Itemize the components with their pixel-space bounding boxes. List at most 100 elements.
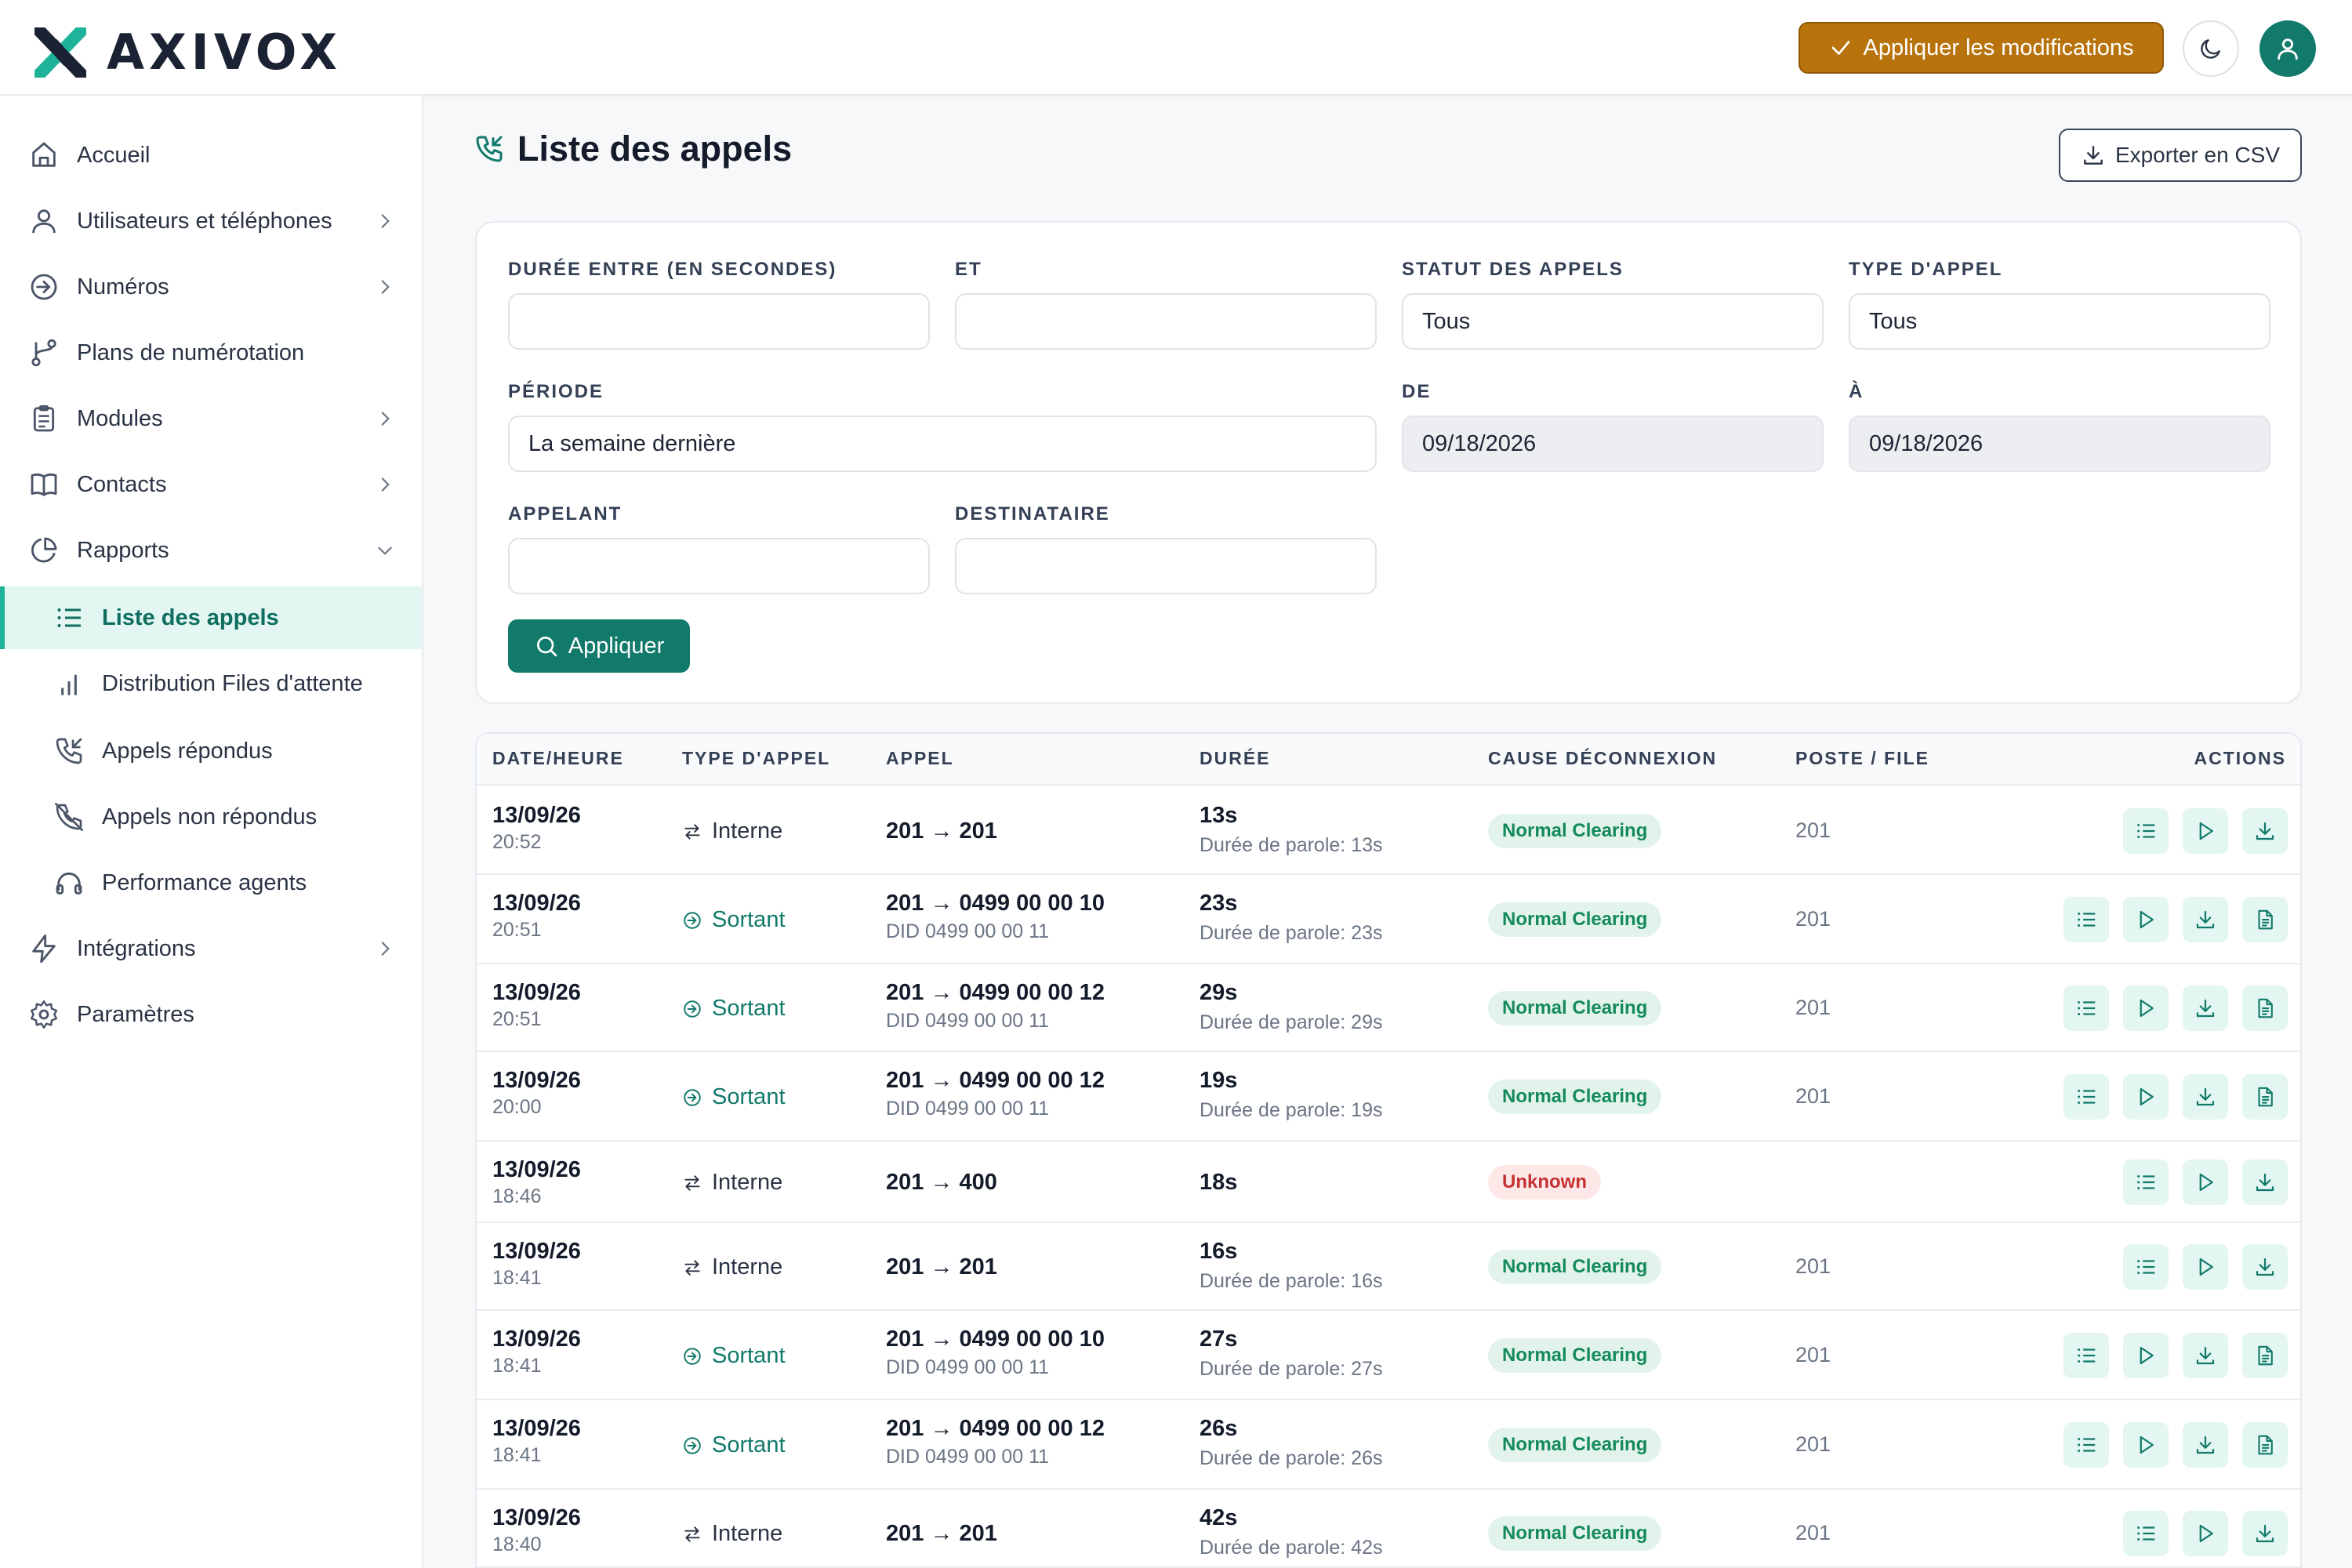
call-date: 13/09/26 bbox=[492, 891, 581, 916]
play-recording-button[interactable] bbox=[2183, 808, 2228, 854]
play-recording-button[interactable] bbox=[2123, 897, 2169, 942]
download-recording-button[interactable] bbox=[2183, 897, 2228, 942]
transcript-button[interactable] bbox=[2242, 1422, 2288, 1468]
call-type-label: Sortant bbox=[712, 1084, 786, 1109]
download-recording-button[interactable] bbox=[2242, 1244, 2288, 1290]
download-recording-button[interactable] bbox=[2183, 1074, 2228, 1120]
sidebar-item-answered-calls[interactable]: Appels répondus bbox=[0, 720, 422, 782]
details-button[interactable] bbox=[2123, 1511, 2169, 1556]
sidebar-item-agent-performance[interactable]: Performance agents bbox=[0, 851, 422, 914]
call-status-select[interactable]: Tous bbox=[1402, 293, 1824, 350]
play-recording-button[interactable] bbox=[2123, 1074, 2169, 1120]
sidebar-item-numbers[interactable]: Numéros bbox=[0, 256, 422, 318]
apply-filters-button[interactable]: Appliquer bbox=[508, 619, 690, 673]
details-button[interactable] bbox=[2123, 1244, 2169, 1290]
zap-icon bbox=[32, 934, 56, 964]
git-branch-icon bbox=[31, 339, 56, 367]
sidebar-item-missed-calls[interactable]: Appels non répondus bbox=[0, 786, 422, 848]
download-recording-button[interactable] bbox=[2242, 1511, 2288, 1556]
table-row[interactable]: 13/09/26 20:00 Sortant 201 → 0499 00 00 12 D… bbox=[477, 1052, 2300, 1142]
transcript-button[interactable] bbox=[2242, 985, 2288, 1031]
sidebar-item-queue-distribution[interactable]: Distribution Files d'attente bbox=[0, 652, 422, 715]
details-button[interactable] bbox=[2123, 1160, 2169, 1205]
apply-changes-button[interactable]: Appliquer les modifications bbox=[1798, 22, 2164, 74]
details-button[interactable] bbox=[2123, 808, 2169, 854]
duration-from-input[interactable] bbox=[508, 293, 930, 350]
transcript-button[interactable] bbox=[2242, 897, 2288, 942]
arrow-circle-icon bbox=[684, 1088, 701, 1106]
play-recording-button[interactable] bbox=[2183, 1511, 2228, 1556]
play-recording-button[interactable] bbox=[2123, 1333, 2169, 1378]
details-button[interactable] bbox=[2063, 985, 2109, 1031]
play-recording-button[interactable] bbox=[2123, 985, 2169, 1031]
sidebar-item-modules[interactable]: Modules bbox=[0, 387, 422, 450]
column-header-call[interactable]: APPEL bbox=[886, 748, 954, 769]
transcript-button[interactable] bbox=[2242, 1333, 2288, 1378]
table-row[interactable]: 13/09/26 18:41 Interne 201 → 201 16s Durée de… bbox=[477, 1223, 2300, 1311]
arrow-circle-icon bbox=[31, 274, 57, 300]
date-to-input[interactable]: 09/18/2026 bbox=[1849, 416, 2270, 472]
sidebar-item-home[interactable]: Accueil bbox=[0, 124, 422, 187]
play-recording-button[interactable] bbox=[2183, 1160, 2228, 1205]
call-date: 13/09/26 bbox=[492, 980, 581, 1005]
column-header-duration[interactable]: DURÉE bbox=[1200, 748, 1271, 769]
sidebar-item-settings[interactable]: Paramètres bbox=[0, 983, 422, 1046]
call-date: 13/09/26 bbox=[492, 1327, 581, 1352]
sidebar-item-label: Plans de numérotation bbox=[77, 339, 305, 365]
sidebar-item-call-list[interactable]: Liste des appels bbox=[0, 586, 422, 649]
user-avatar-button[interactable] bbox=[2259, 20, 2316, 77]
column-header-cause[interactable]: CAUSE DÉCONNEXION bbox=[1488, 748, 1717, 769]
details-button[interactable] bbox=[2063, 1074, 2109, 1120]
theme-toggle-button[interactable] bbox=[2183, 20, 2239, 77]
duration-to-input[interactable] bbox=[955, 293, 1377, 350]
play-recording-button[interactable] bbox=[2123, 1422, 2169, 1468]
details-button[interactable] bbox=[2063, 1422, 2109, 1468]
download-recording-button[interactable] bbox=[2183, 985, 2228, 1031]
export-csv-button[interactable]: Exporter en CSV bbox=[2059, 129, 2302, 182]
call-type: Interne bbox=[682, 818, 782, 844]
play-icon bbox=[2199, 1258, 2213, 1276]
disconnect-cause-badge: Normal Clearing bbox=[1488, 1250, 1662, 1284]
caller-input[interactable] bbox=[508, 538, 930, 594]
date-from-input[interactable]: 09/18/2026 bbox=[1402, 416, 1824, 472]
column-header-post[interactable]: POSTE / FILE bbox=[1795, 748, 1929, 769]
brand-name: AXIVOX bbox=[107, 24, 343, 81]
details-button[interactable] bbox=[2063, 897, 2109, 942]
sidebar-item-contacts[interactable]: Contacts bbox=[0, 453, 422, 516]
details-button[interactable] bbox=[2063, 1333, 2109, 1378]
download-recording-button[interactable] bbox=[2183, 1333, 2228, 1378]
phone-incoming-icon bbox=[56, 738, 82, 764]
table-row[interactable]: 13/09/26 18:46 Interne 201 → 400 18s Unknown bbox=[477, 1142, 2300, 1223]
table-row[interactable]: 13/09/26 20:52 Interne 201 → 201 13s Durée de… bbox=[477, 787, 2300, 875]
table-row[interactable]: 13/09/26 20:51 Sortant 201 → 0499 00 00 12 D… bbox=[477, 964, 2300, 1052]
logo[interactable]: AXIVOX bbox=[34, 24, 342, 81]
table-row[interactable]: 13/09/26 18:40 Interne 201 → 201 42s Durée de… bbox=[477, 1490, 2300, 1566]
check-icon bbox=[1831, 41, 1849, 55]
download-icon bbox=[2084, 146, 2103, 165]
sidebar-item-reports[interactable]: Rapports bbox=[0, 519, 422, 582]
download-recording-button[interactable] bbox=[2242, 1160, 2288, 1205]
talk-duration: Durée de parole: 26s bbox=[1200, 1447, 1383, 1469]
download-recording-button[interactable] bbox=[2183, 1422, 2228, 1468]
call-route: 201 → 0499 00 00 12 bbox=[886, 980, 1105, 1005]
download-recording-button[interactable] bbox=[2242, 808, 2288, 854]
table-row[interactable]: 13/09/26 18:41 Sortant 201 → 0499 00 00 12 D… bbox=[477, 1400, 2300, 1490]
document-icon bbox=[2258, 1435, 2273, 1455]
play-recording-button[interactable] bbox=[2183, 1244, 2228, 1290]
disconnect-cause-badge: Normal Clearing bbox=[1488, 1338, 1662, 1373]
disconnect-cause-badge: Normal Clearing bbox=[1488, 902, 1662, 937]
call-did: DID 0499 00 00 11 bbox=[886, 1098, 1050, 1120]
sidebar-item-dialplans[interactable]: Plans de numérotation bbox=[0, 321, 422, 384]
sidebar-item-integrations[interactable]: Intégrations bbox=[0, 917, 422, 980]
column-header-date[interactable]: DATE/HEURE bbox=[492, 748, 624, 769]
callee-input[interactable] bbox=[955, 538, 1377, 594]
period-select[interactable]: La semaine dernière bbox=[508, 416, 1377, 472]
table-row[interactable]: 13/09/26 20:51 Sortant 201 → 0499 00 00 10 D… bbox=[477, 875, 2300, 964]
column-header-type[interactable]: TYPE D'APPEL bbox=[682, 748, 830, 769]
arrow-circle-icon bbox=[684, 1436, 701, 1454]
table-row[interactable]: 13/09/26 18:41 Sortant 201 → 0499 00 00 10 D… bbox=[477, 1311, 2300, 1400]
transcript-button[interactable] bbox=[2242, 1074, 2288, 1120]
call-date: 13/09/26 bbox=[492, 1505, 581, 1530]
sidebar-item-users[interactable]: Utilisateurs et téléphones bbox=[0, 190, 422, 252]
call-type-select[interactable]: Tous bbox=[1849, 293, 2270, 350]
